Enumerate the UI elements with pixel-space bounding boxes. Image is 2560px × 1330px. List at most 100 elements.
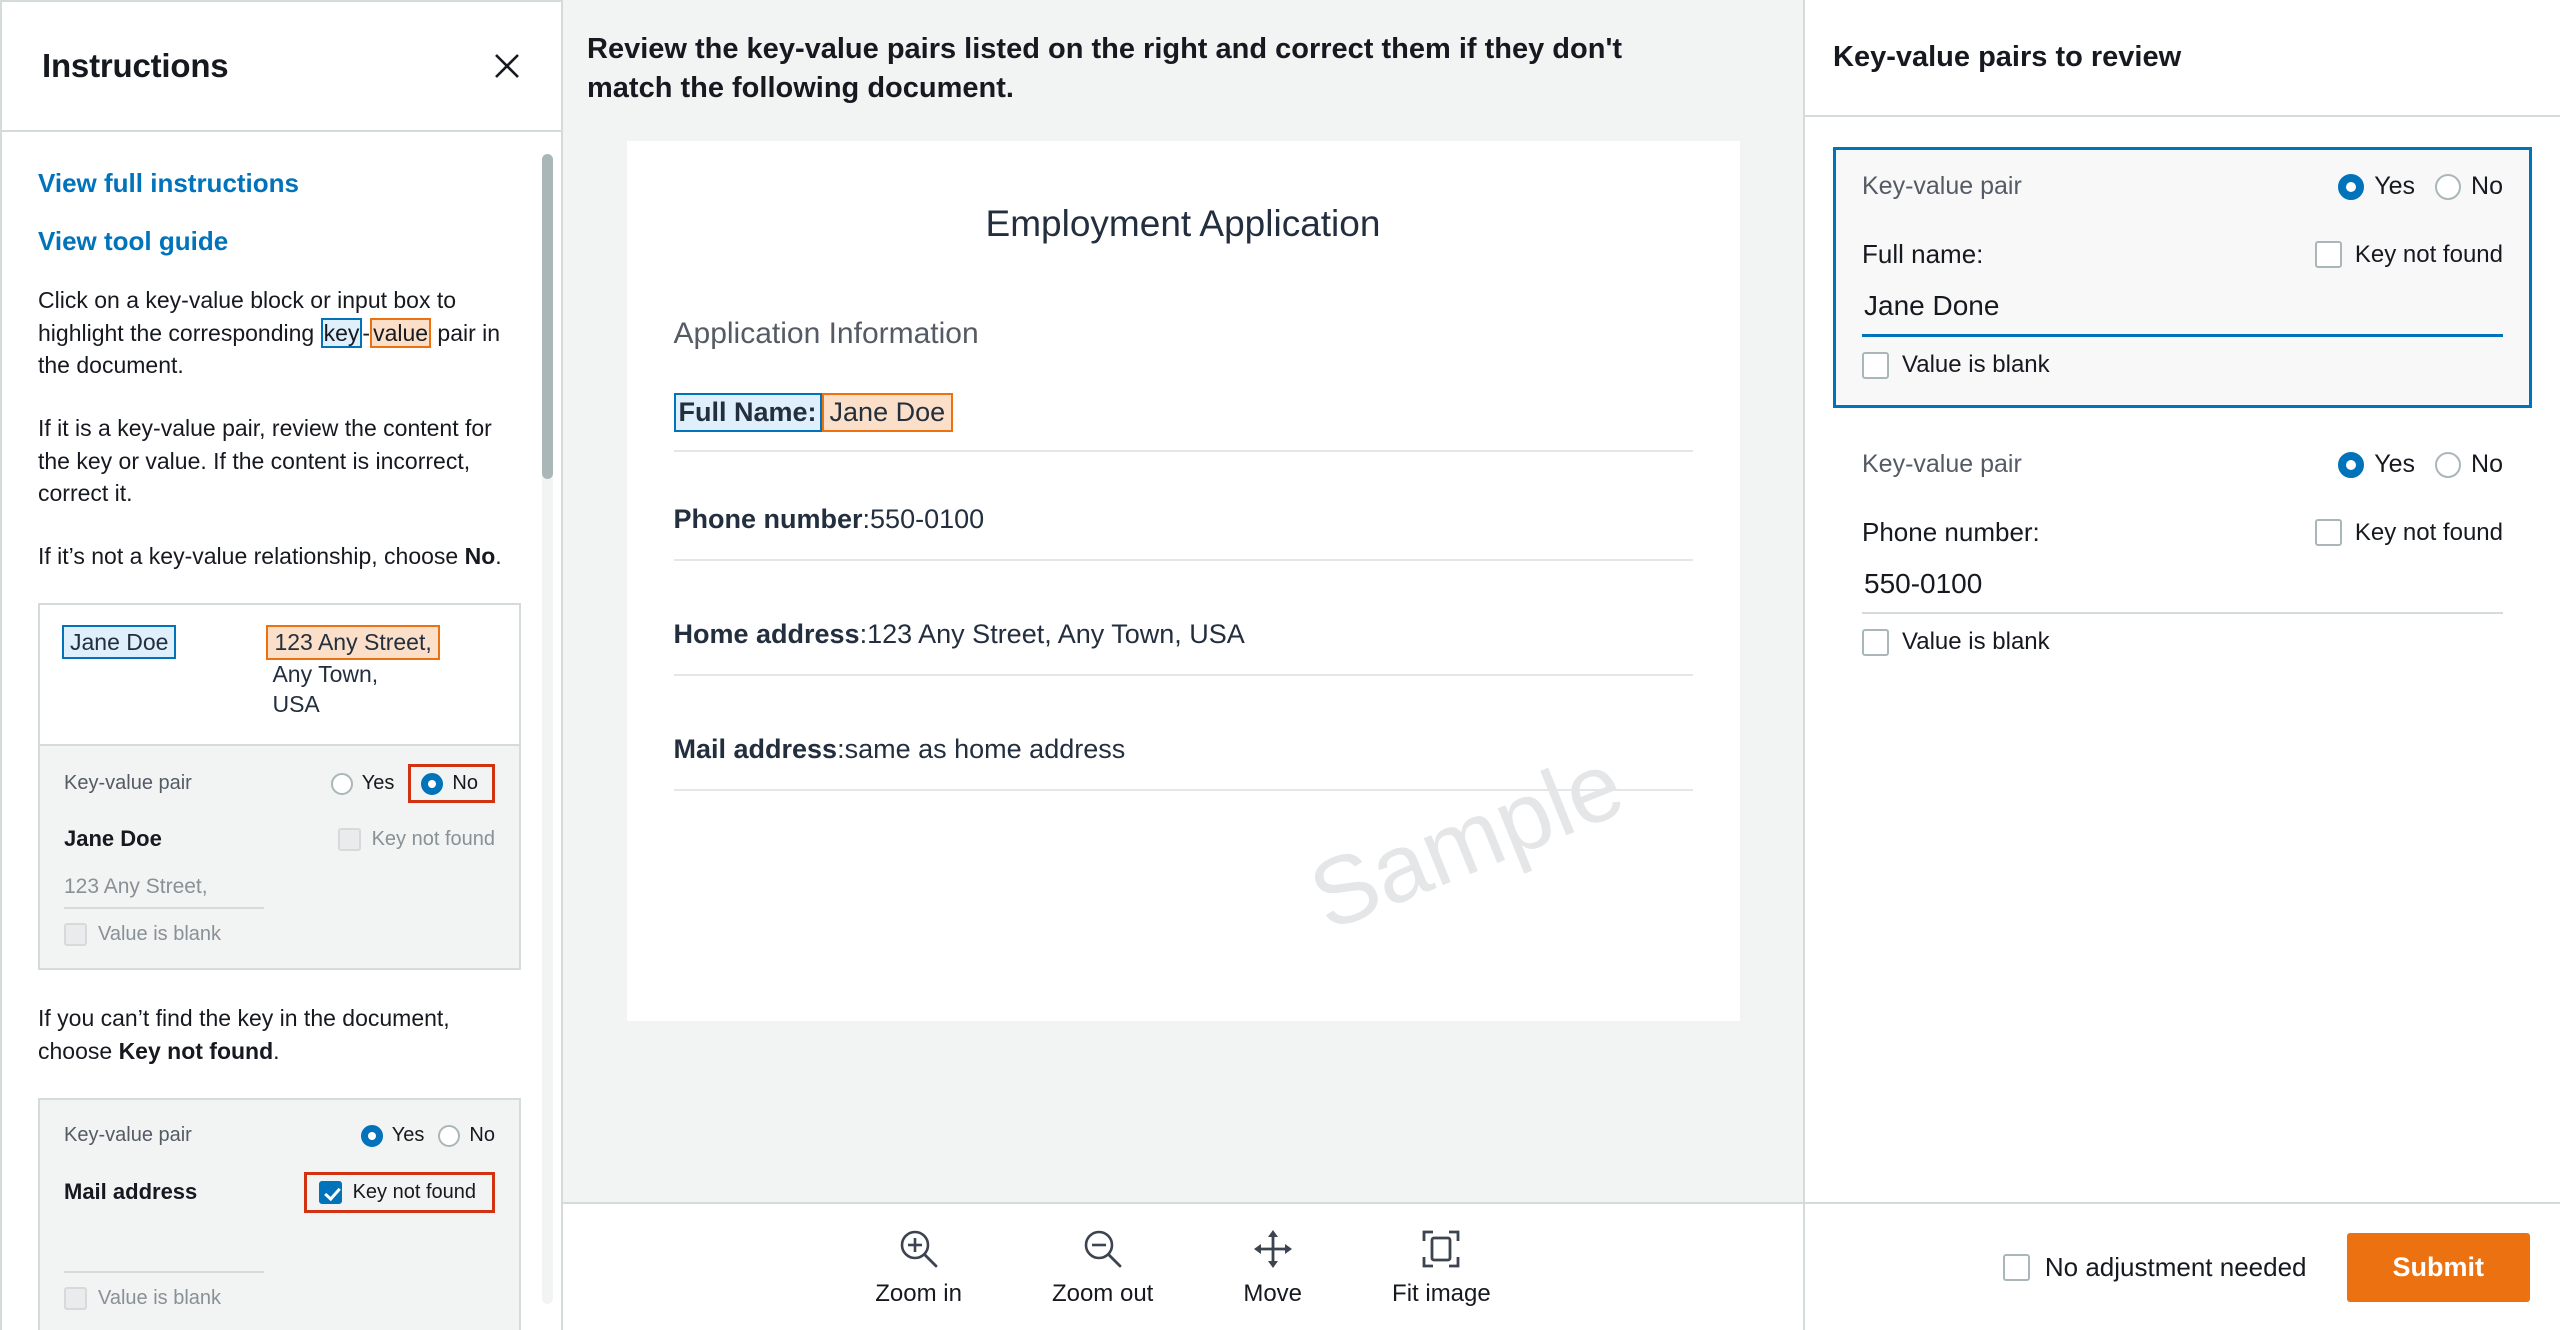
submit-bar: No adjustment needed Submit — [1805, 1202, 2560, 1330]
instructions-paragraph-3: If it’s not a key-value relationship, ch… — [38, 540, 508, 573]
example-radio-yes-2[interactable]: Yes — [360, 1124, 425, 1147]
example-radio-yes-label-2: Yes — [391, 1124, 425, 1147]
document-row-home-key: Home address — [673, 618, 860, 649]
link-view-tool-guide[interactable]: View tool guide — [38, 226, 521, 257]
kv-pair-label: Key-value pair — [1862, 450, 2022, 478]
kv-key-name: Full name: — [1862, 239, 1984, 269]
example-key-not-found[interactable]: Key not found — [337, 827, 495, 851]
kv-value-is-blank[interactable]: Value is blank — [1862, 628, 2503, 656]
kv-radio-yes-glyph — [2338, 451, 2365, 478]
example-value-is-blank-2[interactable]: Value is blank — [64, 1286, 495, 1310]
document-row-mail-value: same as home address — [844, 733, 1126, 764]
kv-key-not-found-checkbox[interactable] — [2314, 519, 2342, 546]
document-key-highlight[interactable]: Full Name: — [673, 392, 822, 432]
kv-radio-yes[interactable]: Yes — [2338, 172, 2415, 201]
kv-pair-row: Key-value pair Yes No — [1862, 172, 2503, 201]
move-button[interactable]: Move — [1231, 1221, 1314, 1314]
kv-value-blank-label: Value is blank — [1902, 351, 2050, 378]
zoom-in-button[interactable]: Zoom in — [863, 1221, 974, 1314]
document-row-phone[interactable]: Phone number: 550-0100 — [673, 503, 1693, 561]
p3-post: . — [495, 542, 502, 569]
example-form-key-not-found: Key-value pair Yes No Mail address Key n… — [40, 1099, 519, 1330]
example-radio-no-2[interactable]: No — [438, 1124, 495, 1147]
instructions-header: Instructions — [0, 0, 561, 132]
kv-radio-yes[interactable]: Yes — [2338, 450, 2415, 479]
kv-radio-no[interactable]: No — [2435, 172, 2503, 201]
kv-key-name: Phone number: — [1862, 517, 2040, 547]
page-title: Instructions — [42, 47, 229, 84]
kv-value-input[interactable]: Jane Done — [1862, 284, 2503, 337]
no-adjustment-needed[interactable]: No adjustment needed — [2002, 1252, 2307, 1283]
document-row-home-value: 123 Any Street, Any Town, USA — [867, 618, 1245, 649]
example-pair-row-2: Key-value pair Yes No — [64, 1118, 495, 1154]
fit-image-icon — [1419, 1227, 1463, 1274]
radio-yes-glyph-2 — [360, 1124, 383, 1147]
example-radio-no[interactable]: No — [408, 764, 495, 804]
document-title: Employment Application — [985, 202, 1381, 244]
p1-dash: - — [362, 319, 371, 346]
example-doc-value-line1: 123 Any Street, — [266, 624, 440, 661]
document-row-home-address[interactable]: Home address: 123 Any Street, Any Town, … — [673, 618, 1693, 676]
kv-radio-no-glyph — [2435, 451, 2462, 478]
example-key-not-found-2[interactable]: Key not found — [303, 1171, 495, 1213]
task-header: Review the key-value pairs listed on the… — [563, 0, 1803, 137]
close-icon[interactable] — [487, 46, 527, 86]
document-value-highlight[interactable]: Jane Doe — [821, 392, 954, 432]
p1-key-token: key — [320, 317, 363, 348]
zoom-out-icon — [1081, 1227, 1125, 1274]
document-row-mail-sep: : — [837, 733, 845, 764]
checkbox-value-blank-glyph — [64, 923, 87, 947]
example-key-name: Jane Doe — [64, 826, 162, 852]
annotation-tool-root: Instructions View full instructions View… — [0, 0, 2560, 1330]
document-row-phone-value: 550-0100 — [870, 503, 985, 534]
kv-key-not-found-checkbox[interactable] — [2314, 241, 2342, 268]
kv-radio-yes-label: Yes — [2374, 450, 2416, 478]
kv-value-input[interactable]: 550-0100 — [1862, 562, 2503, 614]
key-value-card[interactable]: Key-value pair Yes No Full name: Key not… — [1833, 147, 2532, 408]
example-value-input-2[interactable] — [64, 1241, 264, 1273]
document-row-full-name[interactable]: Full Name: Jane Doe — [673, 392, 1693, 452]
example-key-row-2: Mail address Key not found — [64, 1171, 495, 1213]
document-viewer-panel: Review the key-value pairs listed on the… — [563, 0, 1805, 1330]
example-radio-group-2: Yes No — [360, 1124, 495, 1147]
document-row-home-sep: : — [859, 618, 868, 649]
key-value-card[interactable]: Key-value pair Yes No Phone number: Key … — [1833, 422, 2532, 685]
p4-post: . — [273, 1037, 280, 1064]
example-pair-label-2: Key-value pair — [64, 1124, 192, 1147]
document-row-phone-sep: : — [862, 503, 871, 534]
document-page[interactable]: Employment Application Application Infor… — [626, 140, 1740, 1021]
submit-button[interactable]: Submit — [2346, 1232, 2530, 1302]
p3-pre: If it’s not a key-value relationship, ch… — [38, 542, 465, 569]
kv-key-not-found[interactable]: Key not found — [2314, 241, 2503, 269]
instructions-paragraph-2: If it is a key-value pair, review the co… — [38, 414, 492, 507]
link-view-full-instructions[interactable]: View full instructions — [38, 168, 521, 199]
radio-yes-glyph — [330, 772, 353, 795]
fit-image-button[interactable]: Fit image — [1380, 1221, 1503, 1314]
kv-key-not-found[interactable]: Key not found — [2314, 519, 2503, 547]
kv-value-blank-checkbox[interactable] — [1862, 628, 1889, 656]
document-row-phone-key: Phone number — [673, 503, 863, 534]
p4-strong: Key not found — [118, 1037, 274, 1064]
instructions-scrollbar-thumb[interactable] — [542, 154, 553, 479]
example-value-input[interactable]: 123 Any Street, — [64, 875, 264, 910]
example-doc-key: Jane Doe — [62, 624, 177, 660]
task-instruction-text: Review the key-value pairs listed on the… — [587, 33, 1623, 105]
example-value-is-blank[interactable]: Value is blank — [64, 923, 495, 947]
kv-radio-no[interactable]: No — [2435, 450, 2503, 479]
example-radio-yes-label: Yes — [361, 772, 395, 795]
no-adjustment-checkbox[interactable] — [2002, 1253, 2030, 1281]
example-doc-value-line2: Any Town, — [272, 661, 379, 688]
zoom-in-icon — [897, 1227, 941, 1274]
example-radio-yes[interactable]: Yes — [330, 772, 395, 795]
radio-no-glyph — [421, 772, 444, 795]
example-doc-value: 123 Any Street, Any Town, USA — [266, 624, 440, 721]
kv-radio-group: Yes No — [2338, 450, 2503, 479]
kv-value-is-blank[interactable]: Value is blank — [1862, 351, 2503, 379]
kv-value-blank-checkbox[interactable] — [1862, 351, 1889, 379]
example-card-key-not-found: Key-value pair Yes No Mail address Key n… — [38, 1097, 521, 1330]
zoom-out-button[interactable]: Zoom out — [1040, 1221, 1165, 1314]
example-form-not-key-value: Key-value pair Yes No Jane Doe Key not f… — [40, 744, 519, 969]
key-value-panel-title: Key-value pairs to review — [1833, 41, 2182, 73]
document-scroll-area[interactable]: Employment Application Application Infor… — [563, 137, 1803, 1202]
kv-radio-yes-glyph — [2338, 173, 2365, 200]
